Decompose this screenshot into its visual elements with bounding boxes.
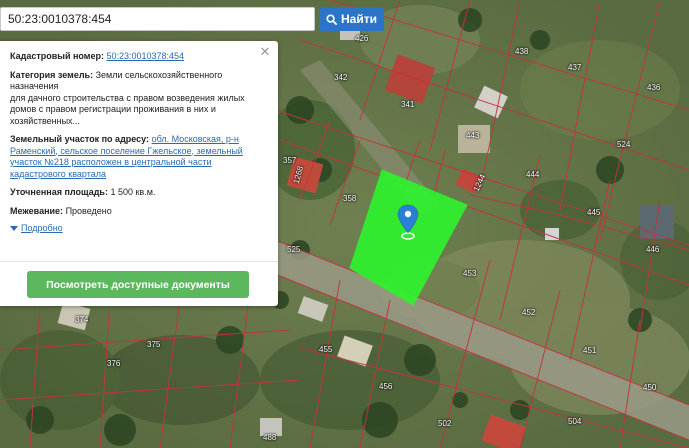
plot-label: 444 [526,170,540,179]
triangle-down-icon [10,226,18,232]
area-row: Уточненная площадь: 1 500 кв.м. [10,187,268,199]
plot-label: 341 [401,100,415,109]
view-documents-button[interactable]: Посмотреть доступные документы [27,271,249,298]
plot-label: 488 [263,433,277,442]
survey-value: Проведено [65,205,112,216]
plot-label: 504 [568,417,582,426]
area-value: 1 500 кв.м. [110,187,156,197]
parcel-info-panel: ✕ Кадастровый номер: 50:23:0010378:454 К… [0,41,278,306]
plot-label: 445 [587,208,601,217]
plot-label: 502 [438,419,452,428]
plot-label: 443 [466,131,480,140]
plot-label: 455 [319,345,333,354]
more-details-link[interactable]: Подробно [21,223,63,235]
magnifier-icon [326,13,337,25]
search-input[interactable] [0,7,315,31]
land-category-value: Земли сельскохозяйственного [95,69,223,80]
plot-label: 375 [147,340,161,349]
address-label: Земельный участок по адресу: [10,134,150,144]
land-category-value: хозяйственных... [10,115,81,126]
search-button[interactable]: Найти [319,7,384,31]
survey-label: Межевание: [10,205,64,216]
plot-label: 446 [646,245,660,254]
area-label: Уточненная площадь: [10,187,108,197]
plot-label: 342 [334,73,348,82]
search-button-label: Найти [341,12,377,26]
plot-label: 525 [287,245,301,254]
plot-label: 436 [647,83,661,92]
plot-label: 437 [568,63,582,72]
land-category-label: Категория земель: [10,69,94,80]
cadastral-number-row: Кадастровый номер: 50:23:0010378:454 [10,51,268,63]
plot-label: 453 [463,269,477,278]
land-category-value: домов с правом регистрации проживания в … [10,104,216,114]
plot-label: 358 [343,194,357,203]
land-category-value: для дачного строительства с правом возве… [10,92,245,103]
plot-label: 451 [583,346,597,355]
address-row: Земельный участок по адресу: обл. Москов… [10,134,268,180]
land-category-value: назначения [10,81,59,91]
plot-label: 376 [107,359,121,368]
cadastral-number-link[interactable]: 50:23:0010378:454 [106,51,184,61]
plot-label: 426 [355,34,369,43]
more-details-toggle[interactable]: Подробно [10,223,268,235]
address-link[interactable]: кадастрового квартала [10,169,106,179]
land-category-row: Категория земель: Земли сельскохозяйстве… [10,70,268,128]
survey-row: Межевание: Проведено [10,206,268,218]
close-icon[interactable]: ✕ [259,45,271,58]
plot-label: 357 [283,156,297,165]
address-link[interactable]: обл. Московская, р-н [152,134,239,144]
address-link[interactable]: участок №218 расположен в центральной ча… [10,157,212,167]
plot-label: 374 [75,315,89,324]
plot-label: 450 [643,383,657,392]
address-link[interactable]: Раменский, сельское поселение Гжельское,… [10,146,243,156]
cadastral-number-label: Кадастровый номер: [10,51,104,61]
plot-label: 456 [379,382,393,391]
plot-label: 438 [515,47,529,56]
plot-label: 524 [617,140,631,149]
plot-label: 452 [522,308,536,317]
panel-divider [0,261,278,262]
